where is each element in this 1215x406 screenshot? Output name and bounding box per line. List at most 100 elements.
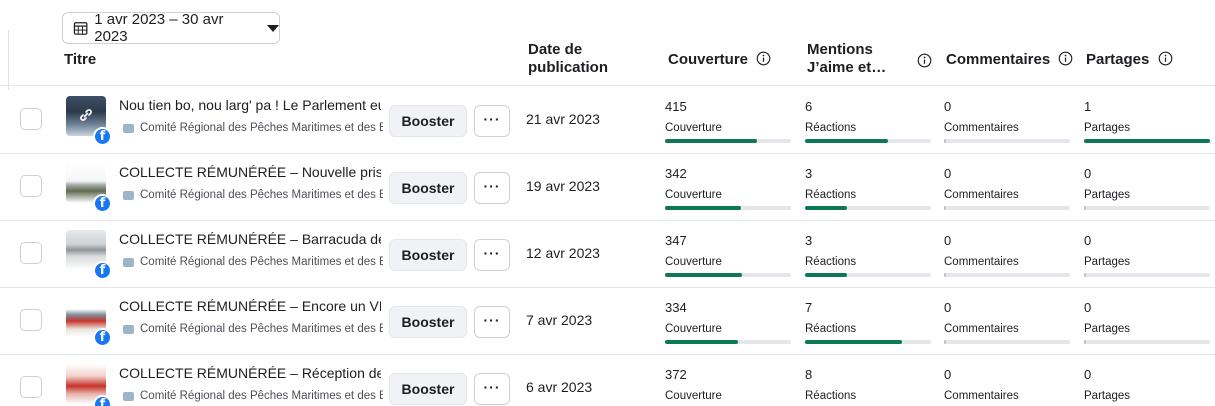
more-options-button[interactable]: ··· — [474, 105, 510, 137]
reactions-cell: 6 Réactions — [805, 99, 931, 143]
reach-cell: 347 Couverture — [665, 233, 791, 277]
boost-button[interactable]: Booster — [389, 239, 467, 271]
page-icon — [123, 190, 134, 200]
reactions-cell: 8 Réactions — [805, 367, 931, 406]
comments-label: Commentaires — [944, 390, 1019, 402]
reach-label: Couverture — [665, 189, 722, 201]
header-title[interactable]: Titre — [64, 51, 96, 69]
boost-button[interactable]: Booster — [389, 373, 467, 405]
shares-bar-fill — [1084, 139, 1210, 143]
comments-bar — [944, 206, 1070, 210]
reactions-bar — [805, 340, 931, 344]
row-checkbox[interactable] — [20, 175, 42, 197]
shares-cell: 0 Partages — [1084, 300, 1210, 344]
shares-bar-fill — [1084, 340, 1086, 344]
info-icon[interactable] — [917, 53, 932, 68]
reactions-label: Réactions — [805, 189, 857, 201]
comments-bar-fill — [944, 139, 946, 143]
post-page-name: Comité Régional des Pêches Maritimes et … — [140, 390, 383, 402]
more-options-button[interactable]: ··· — [474, 373, 510, 405]
shares-cell: 0 Partages — [1084, 166, 1210, 210]
reactions-cell: 3 Réactions — [805, 166, 931, 210]
reactions-bar — [805, 139, 931, 143]
table-row[interactable]: f COLLECTE RÉMUNÉRÉE – Réception de 5 cr… — [0, 355, 1215, 406]
facebook-icon: f — [93, 261, 112, 280]
post-title[interactable]: COLLECTE RÉMUNÉRÉE – Barracuda de 6kg … — [119, 231, 381, 247]
comments-cell: 0 Commentaires — [944, 300, 1070, 344]
reach-value: 415 — [665, 99, 687, 114]
reach-label: Couverture — [665, 323, 722, 335]
header-likes[interactable]: Mentions J’aime et… — [807, 41, 886, 77]
reactions-bar — [805, 273, 931, 277]
info-icon[interactable] — [756, 51, 771, 66]
reactions-label: Réactions — [805, 323, 857, 335]
header-comments[interactable]: Commentaires — [946, 51, 1073, 69]
header-reach-label: Couverture — [668, 51, 749, 68]
reactions-value: 7 — [805, 300, 813, 315]
page-icon — [123, 391, 134, 401]
boost-button[interactable]: Booster — [389, 172, 467, 204]
reactions-value: 6 — [805, 99, 813, 114]
post-page: Comité Régional des Pêches Maritimes et … — [123, 189, 383, 201]
post-date: 6 avr 2023 — [526, 379, 593, 395]
table-row[interactable]: f COLLECTE RÉMUNÉRÉE – Barracuda de 6kg … — [0, 221, 1215, 288]
table-row[interactable]: f Nou tien bo, nou larg' pa ! Le Parleme… — [0, 87, 1215, 154]
info-icon[interactable] — [1158, 51, 1173, 66]
reach-value: 347 — [665, 233, 687, 248]
shares-bar-fill — [1084, 206, 1086, 210]
comments-label: Commentaires — [944, 323, 1019, 335]
row-checkbox[interactable] — [20, 376, 42, 398]
reactions-cell: 3 Réactions — [805, 233, 931, 277]
row-checkbox[interactable] — [20, 242, 42, 264]
reach-value: 372 — [665, 367, 687, 382]
reactions-label: Réactions — [805, 256, 857, 268]
facebook-icon: f — [93, 328, 112, 347]
reach-bar — [665, 206, 791, 210]
post-title[interactable]: COLLECTE RÉMUNÉRÉE – Encore un VRL 😍 … — [119, 298, 381, 315]
row-checkbox[interactable] — [20, 108, 42, 130]
info-icon[interactable] — [1058, 51, 1073, 66]
comments-bar-fill — [944, 273, 946, 277]
comments-bar — [944, 273, 1070, 277]
header-shares-label: Partages — [1086, 51, 1150, 68]
more-options-button[interactable]: ··· — [474, 239, 510, 271]
header-date-line1: Date de — [528, 41, 583, 58]
boost-button[interactable]: Booster — [389, 306, 467, 338]
more-options-button[interactable]: ··· — [474, 306, 510, 338]
reach-label: Couverture — [665, 390, 722, 402]
more-options-button[interactable]: ··· — [474, 172, 510, 204]
post-page-name: Comité Régional des Pêches Maritimes et … — [140, 323, 383, 335]
post-title[interactable]: Nou tien bo, nou larg' pa ! Le Parlement… — [119, 97, 381, 113]
header-date[interactable]: Date de publication — [528, 41, 608, 77]
post-title[interactable]: COLLECTE RÉMUNÉRÉE – Réception de 5 cro… — [119, 365, 381, 381]
post-date: 19 avr 2023 — [526, 178, 600, 194]
row-checkbox[interactable] — [20, 309, 42, 331]
reach-bar — [665, 273, 791, 277]
reactions-cell: 7 Réactions — [805, 300, 931, 344]
reach-label: Couverture — [665, 256, 722, 268]
table-row[interactable]: f COLLECTE RÉMUNÉRÉE – Nouvelle prise à … — [0, 154, 1215, 221]
shares-label: Partages — [1084, 189, 1131, 201]
reactions-value: 3 — [805, 233, 813, 248]
reactions-bar-fill — [805, 206, 847, 210]
header-reach[interactable]: Couverture — [668, 51, 771, 69]
reactions-bar-fill — [805, 340, 903, 344]
link-icon — [80, 109, 92, 121]
shares-bar — [1084, 340, 1210, 344]
reactions-bar-fill — [805, 273, 847, 277]
header-comments-label: Commentaires — [946, 51, 1051, 68]
post-title[interactable]: COLLECTE RÉMUNÉRÉE – Nouvelle prise à l’… — [119, 164, 381, 180]
boost-button[interactable]: Booster — [389, 105, 467, 137]
table-header: Titre Date de publication Couverture Men… — [0, 40, 1215, 86]
table-row[interactable]: f COLLECTE RÉMUNÉRÉE – Encore un VRL 😍 …… — [0, 288, 1215, 355]
reactions-value: 3 — [805, 166, 813, 181]
comments-value: 0 — [944, 367, 952, 382]
shares-value: 0 — [1084, 300, 1092, 315]
post-page: Comité Régional des Pêches Maritimes et … — [123, 323, 383, 335]
shares-cell: 0 Partages — [1084, 233, 1210, 277]
post-page-name: Comité Régional des Pêches Maritimes et … — [140, 256, 383, 268]
shares-bar — [1084, 273, 1210, 277]
post-page-name: Comité Régional des Pêches Maritimes et … — [140, 189, 383, 201]
shares-label: Partages — [1084, 390, 1131, 402]
header-shares[interactable]: Partages — [1086, 51, 1173, 69]
